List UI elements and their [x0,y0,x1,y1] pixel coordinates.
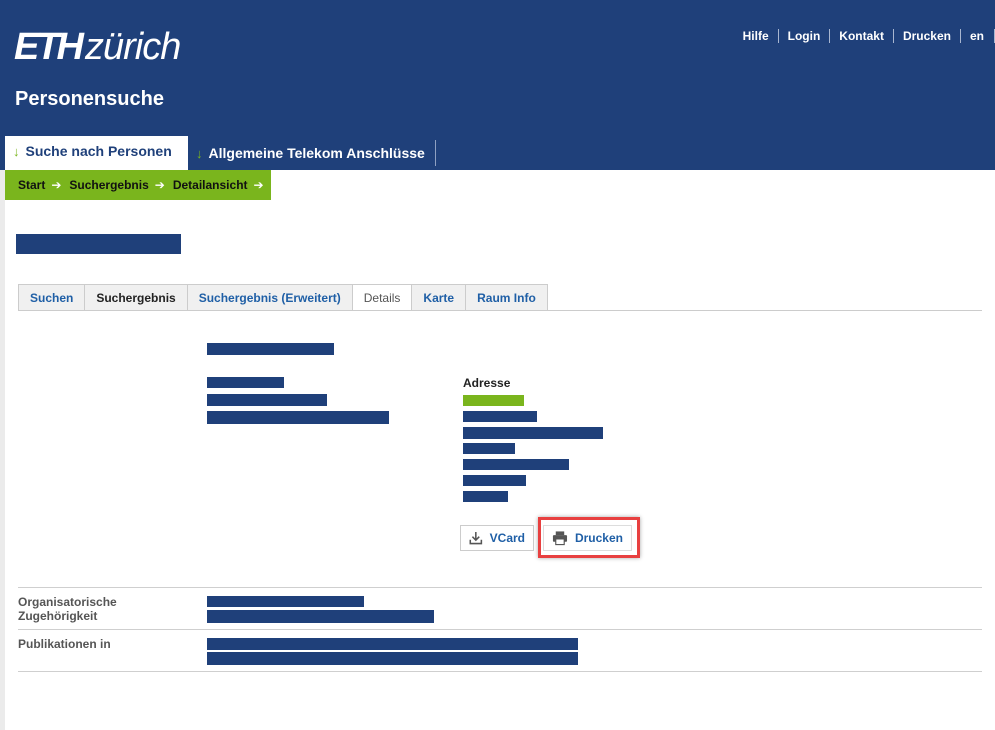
redacted-detail-line [207,377,284,388]
tab-suchen[interactable]: Suchen [18,284,85,311]
redacted-detail-line [207,394,327,406]
tab-divider [18,310,982,311]
vcard-button[interactable]: VCard [460,525,534,551]
page-title: Personensuche [15,88,164,110]
arrow-down-icon: ↓ [13,143,20,159]
tab-suchergebnis-erweitert[interactable]: Suchergebnis (Erweitert) [186,284,352,311]
breadcrumb-label: Suchergebnis [69,178,149,192]
redacted-detail-line [207,411,389,424]
publications-label: Publikationen in [18,637,111,651]
logo-eth: ETH [14,26,84,68]
redacted-address-line [463,491,508,502]
top-nav-drucken[interactable]: Drucken [894,29,961,43]
logo-zurich: zürich [85,26,181,68]
tab-raum-info[interactable]: Raum Info [465,284,548,311]
tab-suchergebnis[interactable]: Suchergebnis [84,284,187,311]
main-nav-telekom[interactable]: ↓ Allgemeine Telekom Anschlüsse [188,140,436,166]
redacted-publication-line[interactable] [207,652,578,665]
divider [18,671,982,672]
eth-logo[interactable]: ETH zürich [14,26,181,68]
main-nav: ↓ Suche nach Personen ↓ Allgemeine Telek… [5,136,436,170]
arrow-right-icon: ➔ [51,178,62,192]
redacted-org-line[interactable] [207,596,364,607]
main-nav-suche-nach-personen[interactable]: ↓ Suche nach Personen [5,136,188,170]
org-label-line2: Zugehörigkeit [18,609,98,623]
main-nav-label: Allgemeine Telekom Anschlüsse [208,145,425,161]
divider [18,629,982,630]
breadcrumb: Start ➔ Suchergebnis ➔ Detailansicht ➔ [5,170,271,200]
redacted-org-line[interactable] [207,610,434,623]
header: ETH zürich Personensuche Hilfe Login Kont… [0,0,995,170]
redacted-address-line [463,411,537,422]
print-button-highlight [538,517,640,558]
top-nav-kontakt[interactable]: Kontakt [830,29,894,43]
vcard-label: VCard [489,531,525,545]
redacted-publication-line[interactable] [207,638,578,650]
arrow-right-icon: ➔ [154,178,165,192]
redacted-address-link[interactable] [463,395,524,406]
main-nav-label: Suche nach Personen [25,143,172,159]
redacted-title [207,343,334,355]
breadcrumb-label: Detailansicht [172,178,248,192]
redacted-person-name [16,234,181,254]
download-icon [469,532,483,545]
top-nav: Hilfe Login Kontakt Drucken en [734,28,995,44]
breadcrumb-label: Start [18,178,46,192]
org-label: Organisatorische Zugehörigkeit [18,595,117,623]
arrow-right-icon: ➔ [253,178,264,192]
arrow-down-icon: ↓ [196,145,203,161]
tab-details[interactable]: Details [351,284,412,311]
breadcrumb-detailansicht[interactable]: Detailansicht ➔ [173,178,264,192]
redacted-address-line [463,459,569,470]
top-nav-login[interactable]: Login [779,29,831,43]
address-label: Adresse [463,376,511,390]
breadcrumb-suchergebnis[interactable]: Suchergebnis ➔ [69,178,164,192]
breadcrumb-start[interactable]: Start ➔ [18,178,61,192]
redacted-address-line [463,475,526,486]
divider [18,587,982,588]
org-label-line1: Organisatorische [18,595,117,609]
tab-karte[interactable]: Karte [411,284,466,311]
top-nav-language[interactable]: en [961,29,995,43]
redacted-address-line [463,427,603,439]
top-nav-hilfe[interactable]: Hilfe [734,29,779,43]
detail-tabs: Suchen Suchergebnis Suchergebnis (Erweit… [18,284,548,311]
left-border [0,170,5,730]
redacted-address-line [463,443,515,454]
